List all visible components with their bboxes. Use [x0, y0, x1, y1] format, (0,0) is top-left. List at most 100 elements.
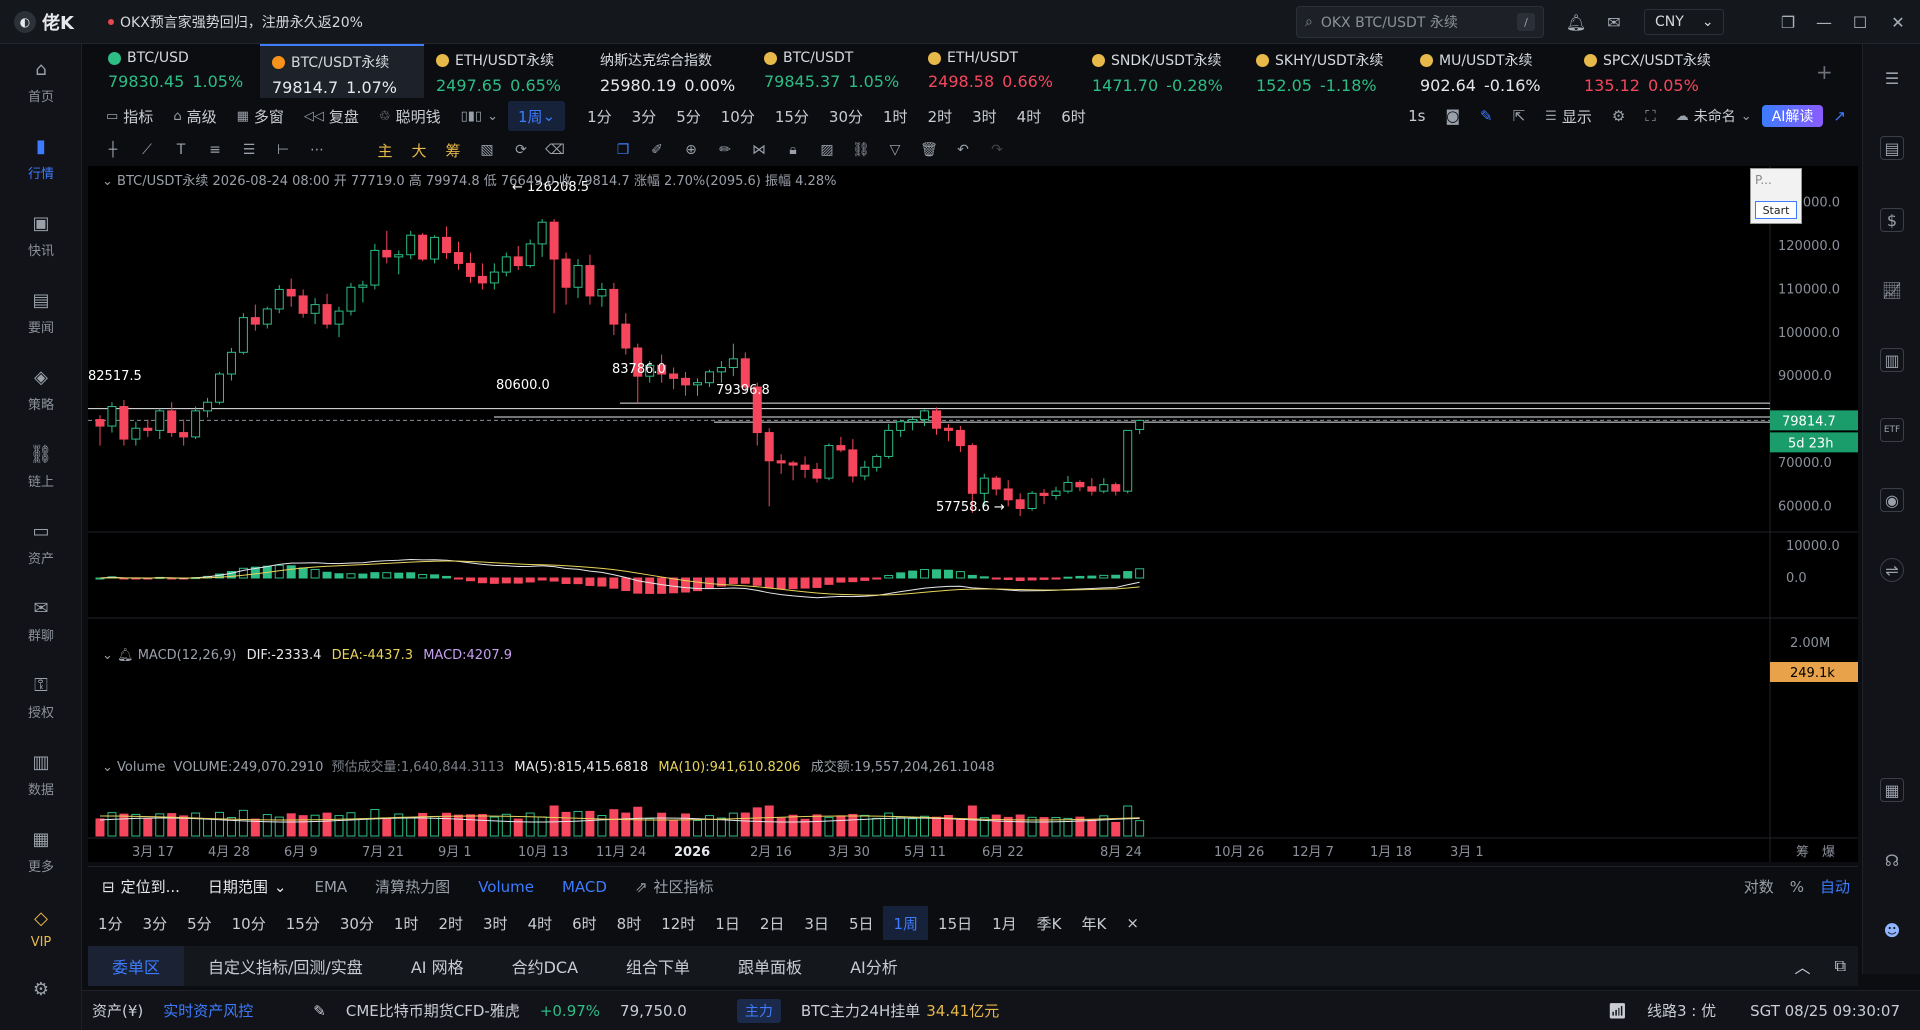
collapse-icon[interactable]: ⌄ [102, 174, 113, 189]
volume-collapse-icon[interactable]: ⌄ [102, 760, 113, 775]
cursor-icon[interactable]: ┼ [96, 136, 130, 164]
period-11[interactable]: 8时 [607, 906, 652, 940]
document-icon[interactable]: ▤ [1880, 136, 1904, 160]
heatmap-icon[interactable]: ▧ [470, 136, 504, 164]
channel-icon[interactable]: ☰ [232, 136, 266, 164]
search-input[interactable]: ⌕ OKX BTC/USDT 永续 / [1296, 6, 1544, 38]
sidebar-item-10[interactable]: ▦ 更多 [0, 816, 82, 886]
eraser-icon[interactable]: ⌫ [538, 136, 572, 164]
scale-option-1[interactable]: % [1782, 867, 1812, 907]
panel-tab-5[interactable]: 跟单面板 [714, 946, 826, 986]
period-3[interactable]: 10分 [222, 906, 276, 940]
camera-icon[interactable]: ◙ [1435, 101, 1470, 131]
overlay-tool-1[interactable]: 大 [402, 136, 436, 164]
paint-icon[interactable]: ✏ [708, 136, 742, 164]
scale-option-0[interactable]: 对数 [1736, 867, 1782, 907]
assets-label[interactable]: 资产(¥) [82, 1000, 153, 1021]
locate-button[interactable]: ⊟ 定位到... [88, 867, 194, 907]
currency-select[interactable]: CNY ⌄ [1644, 9, 1724, 35]
copy-icon[interactable]: ❐ [606, 136, 640, 164]
sidebar-item-11[interactable]: ◇ VIP [0, 893, 82, 963]
period-18[interactable]: 15日 [928, 906, 982, 940]
period-7[interactable]: 2时 [428, 906, 473, 940]
ticker-5[interactable]: ETH/USDT 2498.58 0.66% [916, 44, 1080, 98]
ticker-1[interactable]: BTC/USDT永续 79814.7 1.07% [260, 44, 424, 98]
currency-exchange-icon[interactable]: $ [1880, 208, 1904, 232]
brush-icon[interactable]: ⟳ [504, 136, 538, 164]
period-5[interactable]: 30分 [330, 906, 384, 940]
line-status[interactable]: 线路3 : 优 [1637, 1000, 1726, 1021]
overlay-tool-0[interactable]: 主 [368, 136, 402, 164]
sidebar-item-4[interactable]: ◈ 策略 [0, 354, 82, 424]
layout-select[interactable]: ☁ 未命名 ⌄ [1666, 101, 1762, 131]
settings-button[interactable]: ⚙ [0, 954, 82, 1024]
trash-icon[interactable]: 🗑︎ [912, 136, 946, 164]
timeframe-4[interactable]: 15分 [765, 101, 819, 131]
period-17[interactable]: 1周 [883, 906, 929, 940]
interval-select[interactable]: 1周 ⌄ [507, 101, 566, 131]
sidebar-item-2[interactable]: ▣ 快讯 [0, 200, 82, 270]
layout-icon[interactable]: ▦ [1880, 778, 1904, 802]
fib-icon[interactable]: ≡ [198, 136, 232, 164]
ticker-7[interactable]: SKHY/USDT永续 152.05 -1.18% [1244, 44, 1408, 98]
sidebar-item-6[interactable]: ▭ 资产 [0, 508, 82, 578]
scale-option-2[interactable]: 自动 [1812, 867, 1858, 907]
edit-icon[interactable]: ✎ [303, 1002, 336, 1020]
app-logo[interactable]: ◐ 佬K [0, 9, 84, 35]
assistant-icon[interactable]: ☻ [1880, 918, 1904, 942]
period-21[interactable]: 年K [1072, 906, 1117, 940]
panel-tab-6[interactable]: AI分析 [826, 946, 922, 986]
period-14[interactable]: 2日 [750, 906, 795, 940]
sidebar-item-9[interactable]: ▥ 数据 [0, 739, 82, 809]
display-button[interactable]: ☰ 显示 [1535, 101, 1602, 131]
settings-icon[interactable]: ⚙ [1602, 101, 1635, 131]
community-indicators-button[interactable]: ⇗ 社区指标 [621, 867, 728, 907]
period-16[interactable]: 5日 [839, 906, 884, 940]
toolbar-advanced-button[interactable]: ⌂ 高级 [163, 101, 226, 131]
period-6[interactable]: 1时 [384, 906, 429, 940]
ruler-icon[interactable]: ✐ [640, 136, 674, 164]
ticker-9[interactable]: SPCX/USDT永续 135.12 0.05% [1572, 44, 1736, 98]
timeframe-7[interactable]: 2时 [918, 101, 963, 131]
toolbar-replay-button[interactable]: ◁◁ 复盘 [294, 101, 369, 131]
period-12[interactable]: 12时 [651, 906, 705, 940]
macd-collapse-icon[interactable]: ⌄ [102, 648, 113, 663]
measure-icon[interactable]: ⊢ [266, 136, 300, 164]
swap-icon[interactable]: ⇌ [1880, 558, 1904, 582]
ticker-4[interactable]: BTC/USDT 79845.37 1.05% [752, 44, 916, 98]
risk-link[interactable]: 实时资产风控 [153, 1000, 263, 1021]
bar-chart-icon[interactable]: ▥ [1880, 348, 1904, 372]
panel-tab-1[interactable]: 自定义指标/回测/实盘 [184, 946, 387, 986]
filter-icon[interactable]: ▽ [878, 136, 912, 164]
ticker-8[interactable]: MU/USDT永续 902.64 -0.16% [1408, 44, 1572, 98]
bot-icon[interactable]: ◉ [1880, 488, 1904, 512]
timeframe-3[interactable]: 10分 [711, 101, 765, 131]
toolbar-smart-money-button[interactable]: ♲ 聪明钱 [369, 101, 451, 131]
announcement[interactable]: OKX预言家强势回归，注册永久返20% [108, 12, 363, 32]
bell-icon[interactable]: 🔔︎ [1566, 12, 1586, 32]
maximize-icon[interactable]: ☐ [1850, 12, 1870, 32]
panel-tab-0[interactable]: 委单区 [88, 946, 185, 986]
link-icon[interactable]: ⛓︎ [844, 136, 878, 164]
etf-icon[interactable]: ETF [1880, 418, 1904, 442]
period-9[interactable]: 4时 [518, 906, 563, 940]
trend-line-icon[interactable]: ⟋ [130, 136, 164, 164]
sidebar-item-3[interactable]: ▤ 要闻 [0, 277, 82, 347]
active-indicator-0[interactable]: Volume [464, 867, 548, 907]
magnet-icon[interactable]: ⋈ [742, 136, 776, 164]
toolbar-indicator-button[interactable]: ▭ 指标 [96, 101, 163, 131]
timeframe-6[interactable]: 1时 [873, 101, 918, 131]
sidebar-item-1[interactable]: ▮ 行情 [0, 123, 82, 193]
period-4[interactable]: 15分 [276, 906, 330, 940]
headset-icon[interactable]: ☊ [1880, 848, 1904, 872]
close-icon[interactable]: ✕ [1888, 12, 1908, 32]
ticker-6[interactable]: SNDK/USDT永续 1471.70 -0.28% [1080, 44, 1244, 98]
timeframe-0[interactable]: 1分 [577, 101, 622, 131]
undo-icon[interactable]: ↶ [946, 136, 980, 164]
hide-icon[interactable]: ▨ [810, 136, 844, 164]
panel-tab-3[interactable]: 合约DCA [488, 946, 602, 986]
share-icon[interactable]: ⇱ [1503, 101, 1536, 131]
period-8[interactable]: 3时 [473, 906, 518, 940]
panel-tab-2[interactable]: AI 网格 [387, 946, 488, 986]
sidebar-item-5[interactable]: ⛓︎ 链上 [0, 431, 82, 501]
